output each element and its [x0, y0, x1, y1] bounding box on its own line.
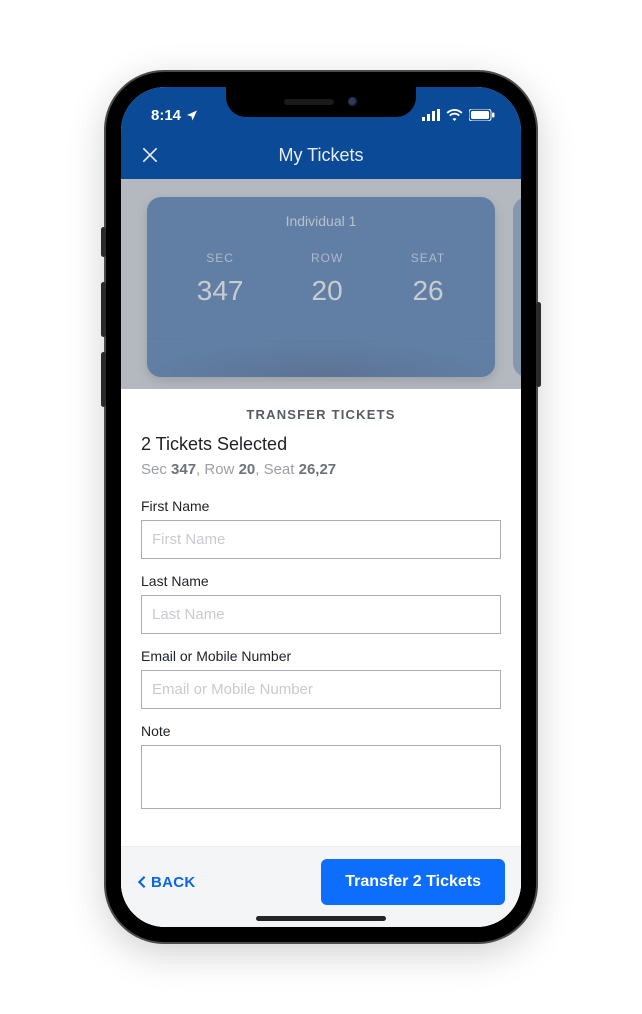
- selection-summary: 2 Tickets Selected Sec 347, Row 20, Seat…: [121, 434, 521, 498]
- sheet-footer: BACK Transfer 2 Tickets: [121, 846, 521, 927]
- transfer-button[interactable]: Transfer 2 Tickets: [321, 859, 505, 905]
- close-icon: [140, 145, 160, 165]
- ticket-carousel: Individual 1 SEC 347 ROW 20 SEAT 26: [121, 179, 521, 389]
- volume-up: [101, 282, 106, 337]
- nav-header: My Tickets: [121, 131, 521, 179]
- note-input[interactable]: [141, 745, 501, 809]
- home-indicator[interactable]: [256, 916, 386, 921]
- volume-down: [101, 352, 106, 407]
- note-label: Note: [141, 723, 501, 739]
- close-button[interactable]: [135, 140, 165, 170]
- screen: 8:14: [121, 87, 521, 927]
- last-name-input[interactable]: [141, 595, 501, 634]
- transfer-sheet: TRANSFER TICKETS 2 Tickets Selected Sec …: [121, 389, 521, 927]
- sheet-title: TRANSFER TICKETS: [121, 389, 521, 434]
- location-icon: [186, 109, 198, 121]
- phone-frame: 8:14: [106, 72, 536, 942]
- loc-row-label: , Row: [196, 461, 239, 478]
- loc-sec-label: Sec: [141, 461, 171, 478]
- email-phone-label: Email or Mobile Number: [141, 648, 501, 664]
- cellular-icon: [422, 109, 440, 121]
- status-time: 8:14: [151, 107, 181, 124]
- back-label: BACK: [151, 874, 196, 891]
- mute-switch: [101, 227, 106, 257]
- back-button[interactable]: BACK: [137, 874, 196, 891]
- selected-location: Sec 347, Row 20, Seat 26,27: [141, 461, 501, 478]
- dim-overlay: [121, 179, 521, 389]
- first-name-label: First Name: [141, 498, 501, 514]
- page-title: My Tickets: [121, 145, 521, 166]
- loc-row-value: 20: [239, 461, 256, 478]
- selected-count: 2 Tickets Selected: [141, 434, 501, 455]
- power-button: [536, 302, 541, 387]
- loc-seat-value: 26,27: [299, 461, 337, 478]
- transfer-form: First Name Last Name Email or Mobile Num…: [121, 498, 521, 828]
- notch: [226, 87, 416, 117]
- chevron-left-icon: [137, 875, 147, 889]
- loc-sec-value: 347: [171, 461, 196, 478]
- last-name-label: Last Name: [141, 573, 501, 589]
- first-name-input[interactable]: [141, 520, 501, 559]
- email-phone-input[interactable]: [141, 670, 501, 709]
- wifi-icon: [446, 109, 463, 121]
- battery-icon: [469, 109, 495, 121]
- loc-seat-label: , Seat: [255, 461, 298, 478]
